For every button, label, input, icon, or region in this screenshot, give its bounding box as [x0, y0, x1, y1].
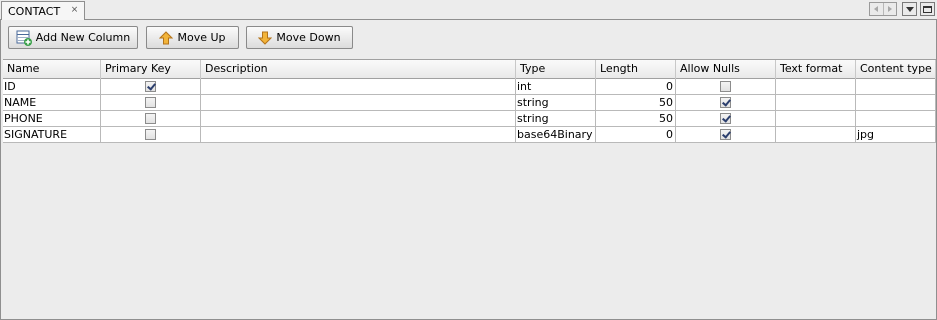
cell-description[interactable] [201, 95, 516, 110]
cell-allow-nulls[interactable] [676, 127, 776, 142]
add-column-icon [16, 30, 32, 46]
cell-length[interactable]: 50 [596, 95, 676, 110]
primary-key-checkbox[interactable] [145, 129, 156, 140]
header-primary-key[interactable]: Primary Key [101, 60, 201, 79]
table-row[interactable]: PHONE string 50 [3, 111, 936, 127]
cell-primary-key[interactable] [101, 95, 201, 110]
cell-name[interactable]: ID [3, 79, 101, 94]
cell-primary-key[interactable] [101, 111, 201, 126]
cell-content-type[interactable] [856, 95, 936, 110]
allow-nulls-checkbox[interactable] [720, 97, 731, 108]
primary-key-checkbox[interactable] [145, 97, 156, 108]
add-new-column-label: Add New Column [35, 31, 131, 44]
cell-length[interactable]: 50 [596, 111, 676, 126]
cell-content-type[interactable]: jpg [856, 127, 936, 142]
cell-primary-key[interactable] [101, 79, 201, 94]
allow-nulls-checkbox[interactable] [720, 113, 731, 124]
cell-length[interactable]: 0 [596, 127, 676, 142]
arrow-left-icon [874, 6, 879, 12]
toolbar: Add New Column Move Up Move Down [1, 20, 936, 56]
cell-name[interactable]: PHONE [3, 111, 101, 126]
allow-nulls-checkbox[interactable] [720, 81, 731, 92]
cell-description[interactable] [201, 111, 516, 126]
cell-type[interactable]: base64Binary [516, 127, 596, 142]
scroll-right-button[interactable] [882, 3, 897, 15]
header-content-type[interactable]: Content type [856, 60, 936, 79]
cell-allow-nulls[interactable] [676, 111, 776, 126]
cell-text-format[interactable] [776, 111, 856, 126]
maximize-icon [923, 5, 932, 13]
cell-name[interactable]: NAME [3, 95, 101, 110]
tab-contact[interactable]: CONTACT ⨯ [1, 1, 85, 21]
cell-length[interactable]: 0 [596, 79, 676, 94]
close-icon[interactable]: ⨯ [70, 6, 79, 15]
table-row[interactable]: ID int 0 [3, 79, 936, 95]
cell-content-type[interactable] [856, 79, 936, 94]
tab-scroll-buttons [869, 2, 897, 16]
header-name[interactable]: Name [3, 60, 101, 79]
primary-key-checkbox[interactable] [145, 81, 156, 92]
header-allow-nulls[interactable]: Allow Nulls [676, 60, 776, 79]
tab-label: CONTACT [8, 5, 61, 18]
header-type[interactable]: Type [516, 60, 596, 79]
move-down-label: Move Down [276, 31, 341, 44]
primary-key-checkbox[interactable] [145, 113, 156, 124]
cell-allow-nulls[interactable] [676, 95, 776, 110]
cell-type[interactable]: string [516, 95, 596, 110]
table-header: Name Primary Key Description Type Length… [3, 59, 936, 79]
chevron-down-icon [905, 6, 914, 12]
arrow-up-icon [159, 30, 174, 44]
cell-text-format[interactable] [776, 95, 856, 110]
cell-primary-key[interactable] [101, 127, 201, 142]
header-description[interactable]: Description [201, 60, 516, 79]
tab-strip: CONTACT ⨯ [0, 0, 937, 21]
allow-nulls-checkbox[interactable] [720, 129, 731, 140]
cell-description[interactable] [201, 127, 516, 142]
maximize-button[interactable] [920, 2, 935, 16]
cell-description[interactable] [201, 79, 516, 94]
cell-allow-nulls[interactable] [676, 79, 776, 94]
move-up-label: Move Up [177, 31, 226, 44]
tab-list-button[interactable] [902, 2, 917, 16]
arrow-down-icon [258, 31, 273, 45]
scroll-left-button[interactable] [870, 3, 883, 15]
cell-content-type[interactable] [856, 111, 936, 126]
columns-table: Name Primary Key Description Type Length… [3, 59, 936, 317]
add-new-column-button[interactable]: Add New Column [8, 26, 138, 49]
cell-name[interactable]: SIGNATURE [3, 127, 101, 142]
cell-text-format[interactable] [776, 79, 856, 94]
move-up-button[interactable]: Move Up [146, 26, 239, 49]
table-row[interactable]: SIGNATURE base64Binary 0 jpg [3, 127, 936, 143]
header-text-format[interactable]: Text format [776, 60, 856, 79]
cell-text-format[interactable] [776, 127, 856, 142]
header-length[interactable]: Length [596, 60, 676, 79]
table-grid: Name Primary Key Description Type Length… [3, 59, 936, 143]
table-row[interactable]: NAME string 50 [3, 95, 936, 111]
arrow-right-icon [887, 6, 892, 12]
cell-type[interactable]: int [516, 79, 596, 94]
editor-panel: Add New Column Move Up Move Down Name Pr… [0, 20, 937, 320]
cell-type[interactable]: string [516, 111, 596, 126]
move-down-button[interactable]: Move Down [246, 26, 353, 49]
